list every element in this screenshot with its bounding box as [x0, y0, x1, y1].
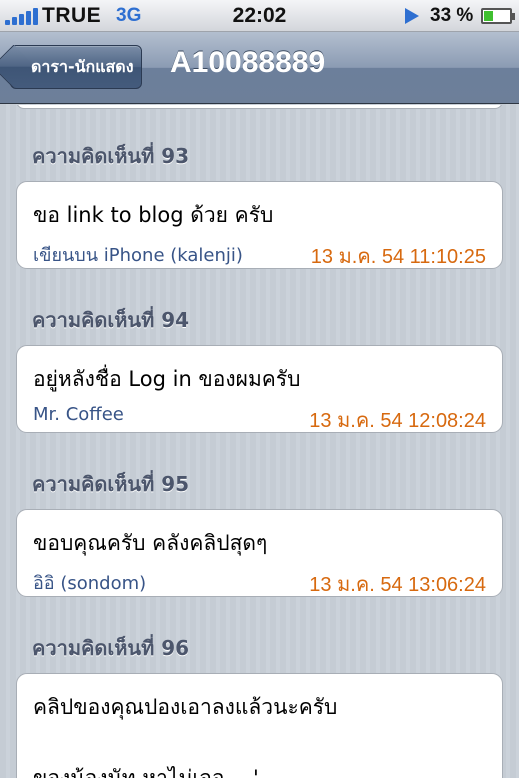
comment-header-93: ความคิดเห็นที่ 93: [32, 144, 190, 168]
comment-body: ขอ link to blog ด้วย ครับ: [33, 203, 274, 227]
battery-percentage: 33 %: [430, 5, 474, 26]
comment-card-96[interactable]: คลิปของคุณปองเอาลงแล้วนะครับ ของน้องนัท …: [16, 673, 503, 778]
status-bar: TRUE 3G 22:02 33 %: [0, 0, 519, 32]
navigation-bar: ดารา-นักแสดง A10088889: [0, 32, 519, 104]
comment-body: อยู่หลังชื่อ Log in ของผมครับ: [33, 367, 301, 391]
comment-header-94: ความคิดเห็นที่ 94: [32, 308, 190, 332]
comment-card-94[interactable]: อยู่หลังชื่อ Log in ของผมครับ Mr. Coffee…: [16, 345, 503, 433]
comment-author: Mr. Coffee: [33, 404, 124, 425]
comment-body: ขอบคุณครับ คลังคลิปสุดๆ: [33, 531, 268, 555]
comment-body: คลิปของคุณปองเอาลงแล้วนะครับ: [33, 695, 338, 719]
battery-icon: [481, 8, 515, 24]
play-icon: [405, 8, 419, 24]
comment-timestamp: 13 ม.ค. 54 12:08:24: [309, 410, 486, 432]
comment-list[interactable]: ความคิดเห็นที่ 93 ขอ link to blog ด้วย ค…: [0, 105, 519, 778]
comment-header-95: ความคิดเห็นที่ 95: [32, 472, 190, 496]
back-button[interactable]: ดารา-นักแสดง: [10, 45, 142, 89]
comment-body-line-2: ของน้องนัท หาไม่เจอ - -': [33, 766, 259, 778]
comment-timestamp: 13 ม.ค. 54 13:06:24: [309, 574, 486, 596]
page-title: A10088889: [170, 46, 326, 79]
comment-card-93[interactable]: ขอ link to blog ด้วย ครับ เขียนบน iPhone…: [16, 181, 503, 269]
back-button-label: ดารา-นักแสดง: [31, 57, 134, 76]
comment-author: เขียนบน iPhone (kalenji): [33, 245, 243, 266]
comment-card-95[interactable]: ขอบคุณครับ คลังคลิปสุดๆ อิอิ (sondom) 13…: [16, 509, 503, 597]
comment-author: อิอิ (sondom): [33, 573, 147, 594]
comment-header-96: ความคิดเห็นที่ 96: [32, 636, 190, 660]
previous-comment-card: [16, 105, 503, 109]
comment-timestamp: 13 ม.ค. 54 11:10:25: [310, 246, 486, 268]
